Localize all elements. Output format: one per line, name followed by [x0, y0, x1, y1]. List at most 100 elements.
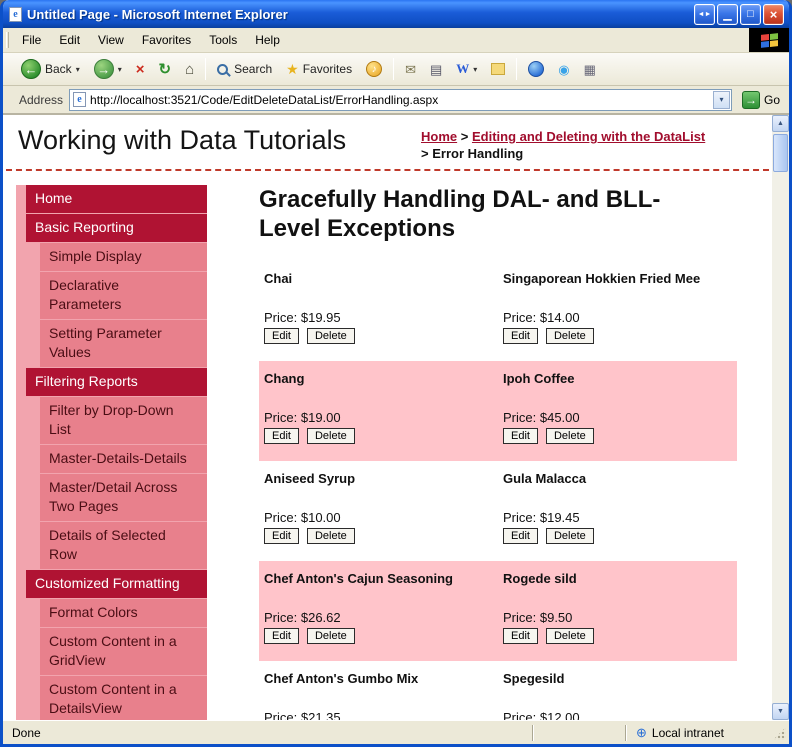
delete-button[interactable]: Delete: [545, 628, 594, 644]
edit-button[interactable]: Edit: [264, 428, 299, 444]
sidebar-nav: Home Basic Reporting Simple Display Decl…: [16, 185, 207, 720]
menu-tools[interactable]: Tools: [200, 28, 246, 52]
delete-button[interactable]: Delete: [306, 328, 355, 344]
stop-button[interactable]: ×: [130, 58, 151, 81]
menubar-grip[interactable]: [6, 32, 9, 48]
security-zone-label: Local intranet: [651, 725, 724, 740]
delete-button[interactable]: Delete: [306, 428, 355, 444]
product-row: Aniseed Syrup Price: $10.00 Edit Delete G…: [259, 461, 737, 561]
product-cell: Ipoh Coffee Price: $45.00 Edit Delete: [498, 361, 737, 461]
product-name: Chai: [264, 271, 293, 286]
menu-help[interactable]: Help: [246, 28, 289, 52]
sidebar-item-custom-content-detailsview[interactable]: Custom Content in a DetailsView: [40, 676, 207, 720]
menu-view[interactable]: View: [89, 28, 133, 52]
sidebar-item-format-colors[interactable]: Format Colors: [40, 599, 207, 627]
back-icon: ←: [21, 59, 41, 79]
research-button[interactable]: [522, 57, 550, 81]
address-input[interactable]: [90, 92, 709, 107]
sidebar-item-filter-by-dropdown-list[interactable]: Filter by Drop-Down List: [40, 397, 207, 444]
minimize-button[interactable]: ▁: [717, 3, 738, 25]
statusbar-separator: [532, 724, 534, 741]
product-cell: Aniseed Syrup Price: $10.00 Edit Delete: [259, 461, 498, 561]
favorites-label: Favorites: [302, 62, 353, 76]
breadcrumb-section-link[interactable]: Editing and Deleting with the DataList: [472, 129, 705, 144]
breadcrumb: Home > Editing and Deleting with the Dat…: [421, 128, 766, 162]
sidebar-item-master-detail-across-two-pages[interactable]: Master/Detail Across Two Pages: [40, 474, 207, 521]
maximize-button[interactable]: □: [740, 3, 761, 25]
windows-flag-icon: [760, 32, 778, 48]
sidebar-item-filtering-reports[interactable]: Filtering Reports: [26, 368, 207, 396]
vertical-scrollbar[interactable]: ▲ ▼: [772, 115, 789, 720]
scroll-down-button[interactable]: ▼: [772, 703, 789, 720]
stop-icon: ×: [135, 60, 145, 78]
search-button[interactable]: Search: [211, 58, 278, 80]
page-title: Gracefully Handling DAL- and BLL-Level E…: [259, 186, 661, 242]
menu-file[interactable]: File: [13, 28, 50, 52]
close-button[interactable]: ×: [763, 3, 784, 25]
globe-icon: [528, 61, 545, 77]
toolbar-separator: [205, 58, 207, 80]
forward-button[interactable]: → ▾: [88, 55, 128, 83]
product-price: Price: $12.00: [503, 710, 580, 720]
quick-launch-button[interactable]: ▦: [578, 59, 602, 80]
address-field: e ▾: [69, 88, 732, 111]
edit-button[interactable]: Edit: [264, 328, 299, 344]
edit-button[interactable]: Edit: [264, 628, 299, 644]
sidebar-item-setting-parameter-values[interactable]: Setting Parameter Values: [40, 320, 207, 367]
product-name: Rogede sild: [503, 571, 577, 586]
breadcrumb-home-link[interactable]: Home: [421, 129, 457, 144]
delete-button[interactable]: Delete: [306, 628, 355, 644]
favorites-button[interactable]: ★ Favorites: [280, 58, 358, 80]
delete-button[interactable]: Delete: [545, 428, 594, 444]
resize-grip[interactable]: [773, 727, 786, 740]
menu-edit[interactable]: Edit: [50, 28, 89, 52]
home-icon: ⌂: [185, 60, 195, 78]
back-button[interactable]: ← Back ▾: [15, 55, 86, 83]
discuss-icon: [491, 63, 506, 75]
toolbar-separator: [393, 58, 395, 80]
scrollbar-thumb[interactable]: [773, 134, 788, 172]
title-bar[interactable]: e Untitled Page - Microsoft Internet Exp…: [3, 0, 789, 28]
sidebar-item-simple-display[interactable]: Simple Display: [40, 243, 207, 271]
refresh-button[interactable]: ↻: [152, 58, 177, 81]
product-price: Price: $10.00: [264, 510, 341, 525]
edit-button[interactable]: Edit: [503, 328, 538, 344]
breadcrumb-separator: >: [460, 129, 469, 144]
go-button[interactable]: → Go: [738, 90, 784, 110]
word-icon: W: [456, 61, 470, 76]
home-button[interactable]: ⌂: [179, 58, 200, 81]
forward-icon: →: [93, 59, 114, 79]
menu-favorites[interactable]: Favorites: [133, 28, 200, 52]
status-progress-pane: [537, 724, 622, 742]
sidebar-item-basic-reporting[interactable]: Basic Reporting: [26, 214, 207, 242]
sidebar-item-details-of-selected-row[interactable]: Details of Selected Row: [40, 522, 207, 569]
delete-button[interactable]: Delete: [545, 528, 594, 544]
title-arrows-button[interactable]: ◄►: [694, 3, 715, 25]
media-button[interactable]: ♪: [360, 57, 388, 81]
sidebar-item-home[interactable]: Home: [26, 185, 207, 213]
product-price: Price: $45.00: [503, 410, 580, 425]
edit-with-word-button[interactable]: W ▾: [450, 57, 483, 81]
edit-button[interactable]: Edit: [503, 628, 538, 644]
browser-window: e Untitled Page - Microsoft Internet Exp…: [0, 0, 792, 747]
address-dropdown-button[interactable]: ▾: [712, 90, 730, 109]
page-body: Home Basic Reporting Simple Display Decl…: [3, 171, 772, 720]
scroll-up-button[interactable]: ▲: [772, 115, 789, 132]
edit-button[interactable]: Edit: [264, 528, 299, 544]
delete-button[interactable]: Delete: [545, 328, 594, 344]
delete-button[interactable]: Delete: [306, 528, 355, 544]
sidebar-item-declarative-parameters[interactable]: Declarative Parameters: [40, 272, 207, 319]
discuss-button[interactable]: [485, 59, 511, 79]
favorites-icon: ★: [286, 61, 299, 77]
product-cell: Chef Anton's Cajun Seasoning Price: $26.…: [259, 561, 498, 661]
status-bar: Done ⊕ Local intranet: [3, 720, 789, 744]
edit-button[interactable]: Edit: [503, 528, 538, 544]
sidebar-item-customized-formatting[interactable]: Customized Formatting: [26, 570, 207, 598]
print-button[interactable]: ▤: [424, 59, 448, 80]
go-label: Go: [763, 92, 780, 107]
mail-button[interactable]: ✉: [399, 59, 422, 80]
edit-button[interactable]: Edit: [503, 428, 538, 444]
messenger-button[interactable]: ◉: [552, 59, 575, 80]
sidebar-item-master-details-details[interactable]: Master-Details-Details: [40, 445, 207, 473]
sidebar-item-custom-content-gridview[interactable]: Custom Content in a GridView: [40, 628, 207, 675]
